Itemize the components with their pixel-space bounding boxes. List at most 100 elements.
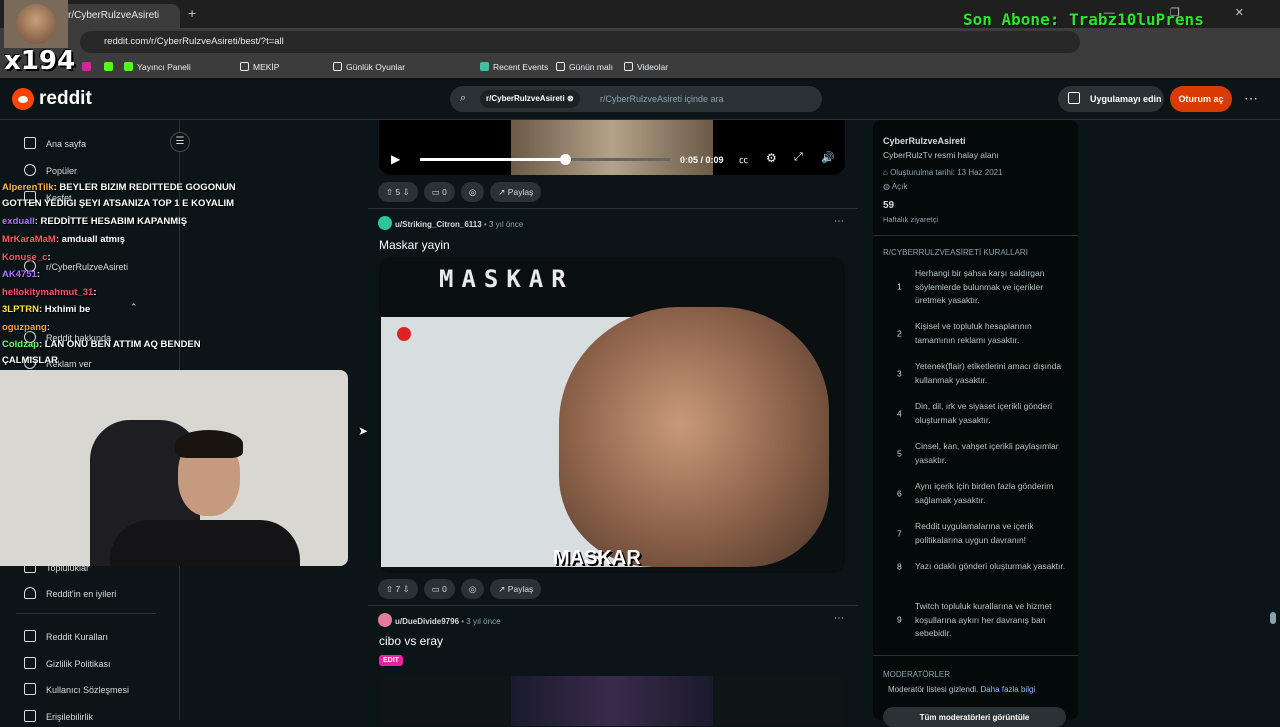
- bookmark-gunun-mali[interactable]: Günün malı: [556, 62, 613, 72]
- rule-item[interactable]: 9 Twitch topluluk kurallarına ve hizmet k…: [883, 600, 1073, 641]
- rule-item[interactable]: 5 Cinsel, kan, vahşet içerikli paylaşımla…: [883, 440, 1073, 467]
- nav-accessibility[interactable]: Erişilebilirlik: [24, 710, 93, 722]
- chip-close-icon[interactable]: ⊗: [567, 94, 574, 103]
- settings-gear-icon[interactable]: ⚙: [766, 151, 777, 165]
- logo-text: reddit: [39, 88, 92, 109]
- monkey-image: [559, 307, 829, 567]
- post-meta: u/Striking_Citron_6113 • 3 yıl önce: [378, 216, 523, 230]
- bookmark-videolar[interactable]: Videolar: [624, 62, 668, 72]
- comments-button[interactable]: ▭ 0: [423, 579, 455, 599]
- chat-user: AlperenTilk: [2, 182, 54, 193]
- chat-line: GOTTEN YEDIGI ŞEYI ATSANIZA TOP 1 E KOYA…: [2, 198, 235, 209]
- post-video-thumb[interactable]: [379, 676, 845, 726]
- vote-control[interactable]: ⇧ 5 ⇩: [378, 182, 418, 202]
- bookmark-gunluk-oyunlar[interactable]: Günlük Oyunlar: [333, 62, 405, 72]
- post-divider: [368, 208, 858, 209]
- rule-item[interactable]: 8 Yazı odaklı gönderi oluşturmak yasaktır…: [883, 560, 1073, 574]
- rules-heading: R/CYBERRULZVEASİRETİ KURALLARI: [883, 248, 1028, 257]
- post-options-icon[interactable]: ⋯: [834, 613, 844, 624]
- kick-bookmark-icon[interactable]: [104, 62, 117, 72]
- nav-privacy[interactable]: Gizlilik Politikası: [24, 657, 111, 669]
- chat-line: hellokitymahmut_31:: [2, 287, 97, 298]
- nav-home[interactable]: Ana sayfa: [24, 137, 86, 149]
- video-player[interactable]: ▶ 0:05 / 0:09 ㏄ ⚙ ⤢ 🔊: [379, 120, 845, 175]
- browser-tab[interactable]: r/CyberRulzveAsireti: [60, 4, 180, 28]
- rule-item[interactable]: 2 Kişisel ve topluluk hesaplarının tamamı…: [883, 320, 1073, 347]
- user-avatar[interactable]: [378, 613, 392, 627]
- video-frame: [511, 676, 713, 726]
- volume-icon[interactable]: 🔊: [821, 151, 835, 164]
- chat-user: Coldzap: [2, 339, 39, 350]
- rule-item[interactable]: 1 Herhangi bir şahsa karşı saldırgan söyl…: [883, 267, 1073, 308]
- image-caption-top: MASKAR: [439, 265, 574, 293]
- community-status: ◍ Açık: [883, 182, 908, 191]
- search-community-chip[interactable]: r/CyberRulzveAsireti ⊗: [480, 90, 580, 108]
- new-tab-icon[interactable]: +: [188, 5, 196, 21]
- search-placeholder: r/CyberRulzveAsireti içinde ara: [600, 94, 724, 104]
- bookmark-yayinci-paneli[interactable]: Yayıncı Paneli: [124, 62, 191, 72]
- rule-item[interactable]: 3 Yetenek(flair) etiketlerini amacı dışın…: [883, 360, 1073, 387]
- downvote-icon: ⇩: [402, 584, 410, 594]
- rule-item[interactable]: 4 Din, dil, ırk ve siyaset içerikli gönde…: [883, 400, 1073, 427]
- share-button[interactable]: ↗ Paylaş: [490, 182, 542, 202]
- post-author[interactable]: u/Striking_Citron_6113: [395, 220, 482, 229]
- more-info-link[interactable]: Daha fazla bilgi: [981, 685, 1036, 694]
- reddit-snoo-icon: [12, 88, 34, 110]
- post-author[interactable]: u/DueDivide9796: [395, 617, 459, 626]
- image-caption-bottom: MASKAR: [553, 547, 641, 569]
- chat-user: AK4751: [2, 269, 37, 280]
- page-scrollbar[interactable]: [1270, 612, 1276, 624]
- post-actions: ⇧ 5 ⇩ ▭ 0 ◎ ↗ Paylaş: [378, 182, 542, 202]
- play-icon[interactable]: ▶: [391, 152, 400, 166]
- last-subscriber-overlay: Son Abone: Trabz10luPrens: [963, 10, 1204, 29]
- post-title[interactable]: Maskar yayin: [379, 238, 450, 252]
- nav-rules[interactable]: Reddit Kuralları: [24, 630, 108, 642]
- award-button[interactable]: ◎: [460, 579, 485, 599]
- login-button[interactable]: Oturum aç: [1170, 86, 1232, 112]
- post-flair[interactable]: EDIT: [379, 655, 403, 666]
- fullscreen-icon[interactable]: ⤢: [794, 151, 803, 164]
- vote-control[interactable]: ⇧ 7 ⇩: [378, 579, 418, 599]
- post-options-icon[interactable]: ⋯: [834, 216, 844, 227]
- post-title[interactable]: cibo vs eray: [379, 634, 443, 648]
- weekly-visitors-count: 59: [883, 200, 895, 211]
- post-meta: u/DueDivide9796 • 3 yıl önce: [378, 613, 501, 627]
- rule-item[interactable]: 6 Aynı içerik için birden fazla gönderim …: [883, 480, 1073, 507]
- bookmark-mekip[interactable]: MEKİP: [240, 62, 279, 72]
- reddit-logo[interactable]: reddit: [12, 88, 92, 110]
- divider: [16, 613, 156, 614]
- share-button[interactable]: ↗ Paylaş: [490, 579, 542, 599]
- award-icon: ◎: [468, 187, 477, 197]
- post-actions: ⇧ 7 ⇩ ▭ 0 ◎ ↗ Paylaş: [378, 579, 542, 599]
- search-bar[interactable]: ⌕ r/CyberRulzveAsireti ⊗ r/CyberRulzveAs…: [450, 86, 822, 112]
- chat-user: MrKaraMaM: [2, 234, 56, 245]
- nav-best[interactable]: Reddit'in en iyileri: [24, 587, 116, 599]
- created-date: ⌂ Oluşturulma tarihi: 13 Haz 2021: [883, 168, 1003, 177]
- award-button[interactable]: ◎: [460, 182, 485, 202]
- comments-button[interactable]: ▭ 0: [423, 182, 455, 202]
- get-app-button[interactable]: Uygulamayı edin: [1058, 86, 1164, 112]
- view-moderators-button[interactable]: Tüm moderatörleri görüntüle: [883, 707, 1066, 727]
- address-bar: reddit.com/r/CyberRulzveAsireti/best/?t=…: [0, 28, 1280, 56]
- post-image[interactable]: MASKAR MASKAR: [379, 257, 845, 573]
- url-text: reddit.com/r/CyberRulzveAsireti/best/?t=…: [104, 36, 284, 47]
- community-name: CyberRulzveAsireti: [883, 136, 966, 146]
- chat-user: oguzpang: [2, 322, 47, 333]
- chat-user: exduall: [2, 216, 35, 227]
- video-seekbar[interactable]: [420, 154, 670, 165]
- streamer-thumbnail: [4, 0, 68, 48]
- post-feed: ▶ 0:05 / 0:09 ㏄ ⚙ ⤢ 🔊 ⇧ 5 ⇩ ▭ 0 ◎ ↗ Payl…: [368, 120, 858, 726]
- captions-icon[interactable]: ㏄: [739, 153, 748, 166]
- chat-line: Coldzap: LAN ONU BEN ATTIM AQ BENDEN: [2, 339, 201, 350]
- bookmark-recent-events[interactable]: Recent Events: [480, 62, 548, 72]
- chat-user: 3LPTRN: [2, 304, 39, 315]
- menu-toggle-icon[interactable]: ☰: [170, 132, 190, 152]
- url-field[interactable]: reddit.com/r/CyberRulzveAsireti/best/?t=…: [80, 31, 1080, 53]
- rule-item[interactable]: 7 Reddit uygulamalarına ve içerik politik…: [883, 520, 1073, 547]
- nav-agreement[interactable]: Kullanıcı Sözleşmesi: [24, 683, 129, 695]
- person-hair: [175, 430, 243, 458]
- instagram-bookmark-icon[interactable]: [82, 62, 95, 72]
- more-options-icon[interactable]: ⋯: [1244, 90, 1258, 107]
- community-desc: CyberRulzTv resmi halay alanı: [883, 150, 999, 160]
- user-avatar[interactable]: [378, 216, 392, 230]
